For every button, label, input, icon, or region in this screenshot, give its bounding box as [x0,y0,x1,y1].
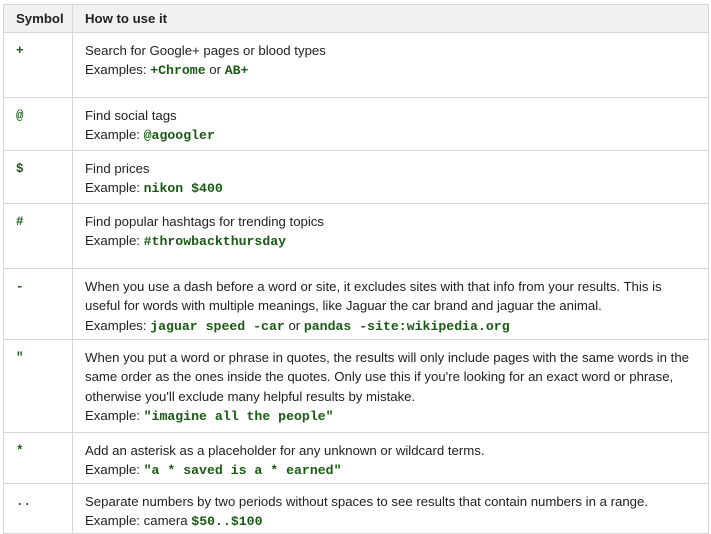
example-code: jaguar speed -car [150,318,285,334]
operator-description: When you put a word or phrase in quotes,… [72,339,709,433]
example-code: #throwbackthursday [143,234,287,250]
example-code: +Chrome [150,63,206,79]
operator-symbol: * [3,432,73,484]
operator-description: Find social tags Example: @agoogler [72,97,709,151]
operator-description: Search for Google+ pages or blood types … [72,32,709,98]
example-line: Example: @agoogler [85,125,700,145]
table-row: .. Separate numbers by two periods witho… [3,483,709,534]
example-line: Example: "imagine all the people" [85,406,700,426]
header-symbol: Symbol [3,4,73,33]
example-code: "a * saved is a * earned" [143,463,342,479]
description-text: Add an asterisk as a placeholder for any… [85,443,485,458]
table-row: * Add an asterisk as a placeholder for a… [3,432,709,484]
example-prefix: Example: camera [85,513,192,529]
example-prefix: Examples: [85,62,151,78]
operator-description: When you use a dash before a word or sit… [72,268,709,340]
example-line: Example: "a * saved is a * earned" [85,460,700,480]
table-row: " When you put a word or phrase in quote… [3,339,709,433]
example-line: Examples: +Chrome or AB+ [85,60,700,80]
example-line: Example: nikon $400 [85,178,700,198]
operator-symbol: @ [3,97,73,151]
header-how-to-use: How to use it [72,4,709,33]
description-text: Find social tags [85,108,177,123]
example-prefix: Example: [85,180,144,196]
example-code: AB+ [224,63,249,79]
example-prefix: Example: [85,127,144,143]
operator-symbol: $ [3,150,73,204]
description-text: When you put a word or phrase in quotes,… [85,350,690,404]
operator-symbol: + [3,32,73,98]
operator-symbol: " [3,339,73,433]
table-row: - When you use a dash before a word or s… [3,268,709,340]
operator-description: Add an asterisk as a placeholder for any… [72,432,709,484]
operator-description: Separate numbers by two periods without … [72,483,709,534]
example-code: "imagine all the people" [143,408,334,424]
example-prefix: Examples: [85,317,151,333]
example-code: pandas -site:wikipedia.org [303,318,510,334]
table-row: @ Find social tags Example: @agoogler [3,97,709,151]
example-prefix: Example: [85,407,144,423]
example-code: @agoogler [143,128,215,144]
operator-symbol: # [3,203,73,269]
example-joiner: or [205,62,225,78]
description-text: When you use a dash before a word or sit… [85,279,662,314]
description-text: Find popular hashtags for trending topic… [85,214,324,229]
example-line: Example: #throwbackthursday [85,231,700,251]
example-line: Example: camera $50..$100 [85,511,700,531]
example-line: Examples: jaguar speed -car or pandas -s… [85,316,700,336]
example-code: nikon $400 [143,181,223,197]
example-prefix: Example: [85,462,144,478]
table-row: + Search for Google+ pages or blood type… [3,32,709,98]
table-row: # Find popular hashtags for trending top… [3,203,709,269]
description-text: Find prices [85,161,150,176]
operator-symbol: - [3,268,73,340]
example-prefix: Example: [85,233,144,249]
operator-description: Find prices Example: nikon $400 [72,150,709,204]
description-text: Search for Google+ pages or blood types [85,43,326,58]
table-row: $ Find prices Example: nikon $400 [3,150,709,204]
example-joiner: or [284,317,304,333]
search-operators-table: Symbol How to use it + Search for Google… [3,4,709,534]
operator-description: Find popular hashtags for trending topic… [72,203,709,269]
table-header-row: Symbol How to use it [3,4,709,33]
operator-symbol: .. [3,483,73,534]
description-text: Separate numbers by two periods without … [85,494,648,509]
